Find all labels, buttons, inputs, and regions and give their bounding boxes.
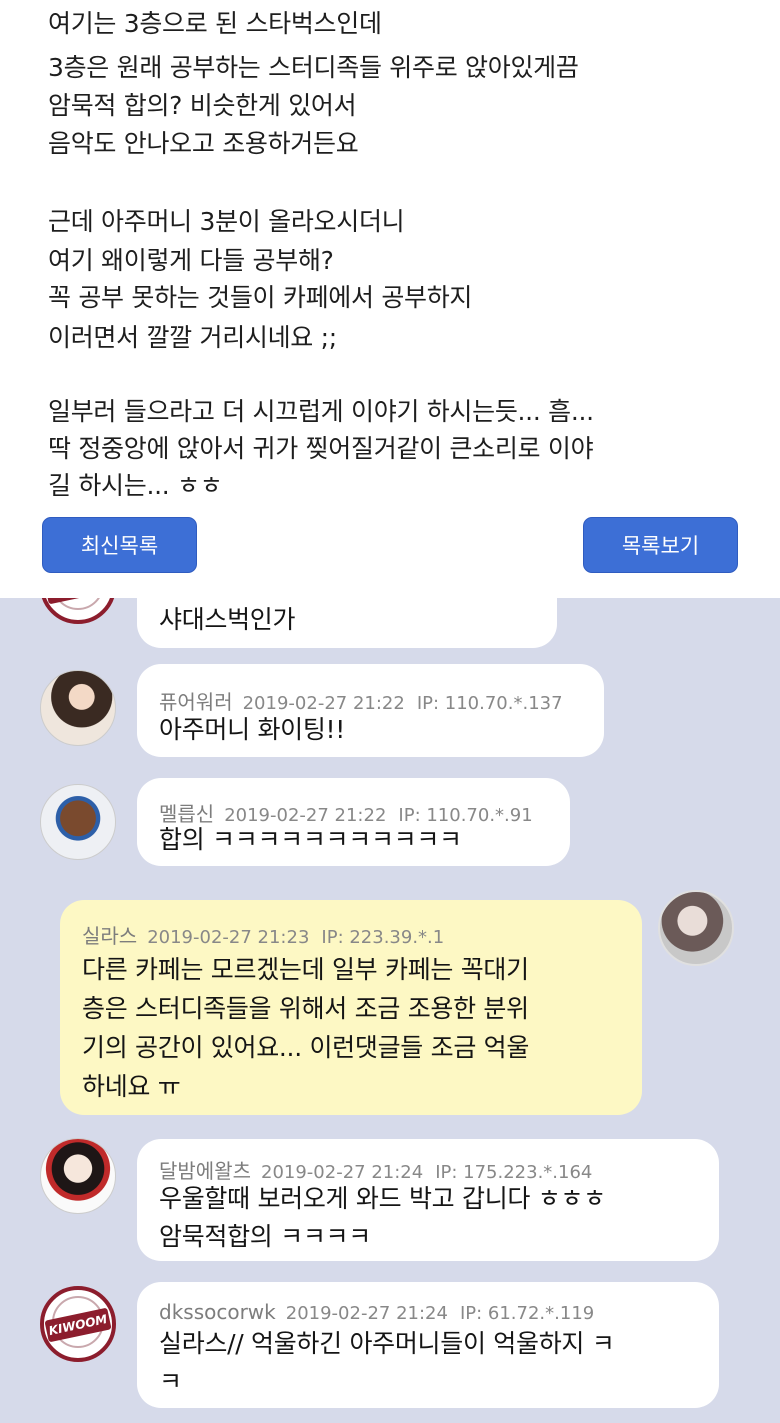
post-line: 암묵적 합의? 비슷한게 있어서 [48, 91, 357, 120]
view-list-button[interactable]: 목록보기 [583, 517, 738, 573]
post-body: 여기는 3층으로 된 스타벅스인데 3층은 원래 공부하는 스터디족들 위주로 … [0, 0, 780, 598]
comment-nickname[interactable]: dkssocorwk [159, 1300, 276, 1324]
post-line: 여기 왜이렇게 다들 공부해? [48, 246, 334, 275]
comment-ip: IP: 110.70.*.137 [416, 693, 563, 714]
my-comment-item: 실라스 2019-02-27 21:23 IP: 223.39.*.1 다른 카페는… [60, 900, 642, 1115]
comment-item: 멜릅신 2019-02-27 21:22 IP: 110.70.*.91 합의 ㅋㅋ… [137, 778, 570, 866]
post-line: 이러면서 깔깔 거리시네요 ;; [48, 323, 337, 352]
comment-text: 우울할때 보러오게 와드 박고 갑니다 ㅎㅎㅎ [159, 1184, 606, 1213]
male-avatar-icon[interactable] [40, 784, 116, 860]
comment-meta: 실라스 2019-02-27 21:23 IP: 223.39.*.1 [82, 920, 444, 949]
post-line: 음악도 안나오고 조용하거든요 [48, 129, 359, 158]
comment-text: 기의 공간이 있어요... 이런댓글들 조금 억울 [82, 1033, 530, 1062]
comment-text: 하네요 ㅠ [82, 1072, 181, 1101]
comment-list: 샤대스벅인가 퓨어워러 2019-02-27 21:22 IP: 110.70.*.… [0, 598, 780, 1423]
comment-item: dkssocorwk 2019-02-27 21:24 IP: 61.72.*.11… [137, 1282, 719, 1408]
comment-text: 층은 스터디족들을 위해서 조금 조용한 분위 [82, 994, 529, 1023]
comment-nickname[interactable]: 실라스 [82, 924, 137, 948]
comment-item: 달밤에왈츠 2019-02-27 21:24 IP: 175.223.*.164 우… [137, 1139, 719, 1261]
post-line: 근데 아주머니 3분이 올라오시더니 [48, 207, 405, 236]
female-avatar-icon[interactable] [40, 670, 116, 746]
post-line: 일부러 들으라고 더 시끄럽게 이야기 하시는듯... 흠... [48, 397, 594, 426]
comment-text: 암묵적합의 ㅋㅋㅋㅋ [159, 1222, 371, 1251]
comment-item: 샤대스벅인가 [137, 598, 557, 648]
comment-text: 샤대스벅인가 [159, 605, 296, 634]
post-line: 딱 정중앙에 앉아서 귀가 찢어질거같이 큰소리로 이야 [48, 434, 594, 463]
comment-text: ㅋ [159, 1367, 182, 1396]
latest-list-button[interactable]: 최신목록 [42, 517, 197, 573]
kiwoom-logo-icon [40, 598, 116, 624]
female-avatar-icon[interactable] [658, 890, 734, 966]
comment-date: 2019-02-27 21:24 [285, 1303, 448, 1324]
kiwoom-logo-icon[interactable]: KIWOOM [40, 1286, 116, 1362]
comment-meta: dkssocorwk 2019-02-27 21:24 IP: 61.72.*.11… [159, 1300, 594, 1324]
post-line: 여기는 3층으로 된 스타벅스인데 [48, 9, 382, 38]
comment-text: 아주머니 화이팅!! [159, 715, 345, 744]
comment-item: 퓨어워러 2019-02-27 21:22 IP: 110.70.*.137 아주머… [137, 664, 604, 757]
post-line: 길 하시는... ㅎㅎ [48, 471, 223, 500]
female-avatar-icon[interactable] [40, 1138, 116, 1214]
post-line: 3층은 원래 공부하는 스터디족들 위주로 앉아있게끔 [48, 53, 579, 82]
comment-ip: IP: 61.72.*.119 [459, 1303, 595, 1324]
comment-text: 다른 카페는 모르겠는데 일부 카페는 꼭대기 [82, 955, 529, 984]
comment-text: 실라스// 억울하긴 아주머니들이 억울하지 ㅋ [159, 1329, 615, 1358]
post-line: 꼭 공부 못하는 것들이 카페에서 공부하지 [48, 283, 473, 312]
comment-date: 2019-02-27 21:23 [147, 927, 310, 948]
comment-text: 합의 ㅋㅋㅋㅋㅋㅋㅋㅋㅋㅋㅋ [159, 825, 462, 854]
comment-ip: IP: 223.39.*.1 [321, 927, 445, 948]
